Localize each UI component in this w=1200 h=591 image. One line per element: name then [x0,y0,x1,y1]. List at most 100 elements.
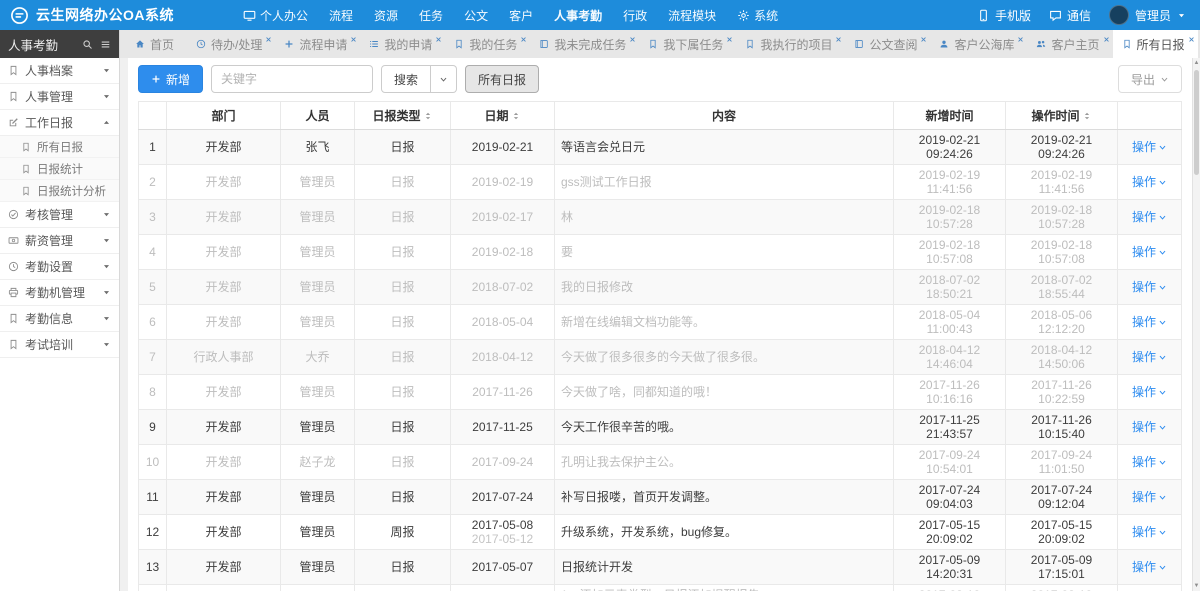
cell-department: 开发部 [167,445,281,480]
bookmark-icon [8,65,19,76]
tab-all-reports[interactable]: 所有日报 [1113,30,1198,58]
cell-person: 管理员 [281,200,355,235]
bookmark-icon [21,142,31,152]
tab-close-icon[interactable] [435,32,442,46]
row-action-button[interactable]: 操作 [1132,385,1167,399]
add-button[interactable]: 新增 [138,65,203,93]
sort-icon[interactable] [1082,111,1092,121]
cell-actions: 操作 [1118,445,1182,480]
topnav-process-module[interactable]: 流程模块 [668,7,716,24]
cell-created-time: 2017-09-2410:54:01 [894,445,1006,480]
tab-document-view[interactable]: 公文查阅 [845,30,930,58]
topnav-system[interactable]: 系统 [737,7,778,24]
tab-close-icon[interactable] [835,32,842,46]
tab-process-apply[interactable]: 流程申请 [275,30,360,58]
row-action-button[interactable]: 操作 [1132,490,1167,504]
cell-index: 3 [139,200,167,235]
scroll-up-arrow[interactable]: ▲ [1193,58,1200,68]
cell-created-time: 2017-02-1016:20:46 [894,585,1006,591]
sidebar-subitem-report-stats-analysis[interactable]: 日报统计分析 [0,180,119,202]
row-action-button[interactable]: 操作 [1132,245,1167,259]
tab-subordinate-tasks[interactable]: 我下属任务 [639,30,736,58]
tab-close-icon[interactable] [520,32,527,46]
sidebar-header: 人事考勤 [0,30,119,58]
topnav-process[interactable]: 流程 [329,7,353,24]
row-action-button[interactable]: 操作 [1132,315,1167,329]
tab-my-apply[interactable]: 我的申请 [360,30,445,58]
tab-customer-pool[interactable]: 客户公海库 [930,30,1027,58]
column-header-date[interactable]: 日期 [451,102,555,130]
row-action-button[interactable]: 操作 [1132,175,1167,189]
topnav-personal-office[interactable]: 个人办公 [243,7,308,24]
cell-department: 开发部 [167,235,281,270]
toplink-mobile-version[interactable]: 手机版 [977,7,1031,24]
sidebar-item-attendance-info[interactable]: 考勤信息 [0,306,119,332]
cell-content: 孔明让我去保护主公。 [555,445,894,480]
sidebar-item-attendance-machine[interactable]: 考勤机管理 [0,280,119,306]
tab-todo[interactable]: 待办/处理 [187,30,275,58]
row-action-button[interactable]: 操作 [1132,350,1167,364]
scroll-down-arrow[interactable]: ▼ [1193,581,1200,591]
cell-date: 2019-02-18 [451,235,555,270]
row-action-button[interactable]: 操作 [1132,420,1167,434]
topnav-task[interactable]: 任务 [419,7,443,24]
keyword-input[interactable] [211,65,373,93]
tab-home[interactable]: 首页 [126,30,187,58]
tab-close-icon[interactable] [1188,32,1195,46]
topnav-hr-attendance[interactable]: 人事考勤 [554,7,602,24]
row-action-button[interactable]: 操作 [1132,140,1167,154]
sidebar: 人事考勤 人事档案人事管理工作日报所有日报日报统计日报统计分析考核管理薪资管理考… [0,30,120,591]
sidebar-item-assess-manage[interactable]: 考核管理 [0,202,119,228]
list-icon [369,39,379,49]
menu-icon[interactable] [100,39,111,50]
toplink-messaging[interactable]: 通信 [1049,7,1091,24]
topnav-customer[interactable]: 客户 [509,7,533,24]
tab-close-icon[interactable] [1103,32,1110,46]
sidebar-subitem-report-stats[interactable]: 日报统计 [0,158,119,180]
sidebar-item-salary-manage[interactable]: 薪资管理 [0,228,119,254]
topnav-administration[interactable]: 行政 [623,7,647,24]
bookmark-icon [8,313,19,324]
sidebar-item-hr-archive[interactable]: 人事档案 [0,58,119,84]
cell-date: 2017-11-25 [451,410,555,445]
row-action-button[interactable]: 操作 [1132,455,1167,469]
tab-close-icon[interactable] [629,32,636,46]
tab-my-tasks[interactable]: 我的任务 [445,30,530,58]
search-icon[interactable] [82,39,93,50]
search-dropdown-button[interactable] [431,65,457,93]
row-action-button[interactable]: 操作 [1132,560,1167,574]
cell-index: 4 [139,235,167,270]
tab-my-projects[interactable]: 我执行的项目 [736,30,845,58]
tab-unfinished-tasks[interactable]: 我未完成任务 [530,30,639,58]
cell-person: 管理员 [281,515,355,550]
tab-customer-home[interactable]: 客户主页 [1027,30,1112,58]
cell-date: 2017-11-26 [451,375,555,410]
column-header-updated-time[interactable]: 操作时间 [1006,102,1118,130]
vertical-scrollbar[interactable]: ▲ ▼ [1192,58,1200,591]
row-action-button[interactable]: 操作 [1132,280,1167,294]
sidebar-item-work-report[interactable]: 工作日报 [0,110,119,136]
topnav-resource[interactable]: 资源 [374,7,398,24]
sort-icon[interactable] [511,111,521,121]
column-header-report-type[interactable]: 日报类型 [355,102,451,130]
search-button[interactable]: 搜索 [381,65,431,93]
tab-close-icon[interactable] [1017,32,1024,46]
chevron-down-icon [1158,143,1167,152]
export-button[interactable]: 导出 [1118,65,1182,93]
sidebar-item-exam-training[interactable]: 考试培训 [0,332,119,358]
scrollbar-thumb[interactable] [1194,70,1199,175]
top-links: 手机版 通信 [977,7,1091,24]
tab-close-icon[interactable] [920,32,927,46]
sidebar-item-attendance-setting[interactable]: 考勤设置 [0,254,119,280]
user-menu[interactable]: 管理员 [1109,5,1186,25]
row-action-button[interactable]: 操作 [1132,525,1167,539]
sidebar-subitem-all-reports[interactable]: 所有日报 [0,136,119,158]
tab-close-icon[interactable] [726,32,733,46]
tab-close-icon[interactable] [265,32,272,46]
topnav-document[interactable]: 公文 [464,7,488,24]
row-action-button[interactable]: 操作 [1132,210,1167,224]
sort-icon[interactable] [423,111,433,121]
tab-close-icon[interactable] [350,32,357,46]
sidebar-item-hr-manage[interactable]: 人事管理 [0,84,119,110]
filter-all-reports-button[interactable]: 所有日报 [465,65,539,93]
